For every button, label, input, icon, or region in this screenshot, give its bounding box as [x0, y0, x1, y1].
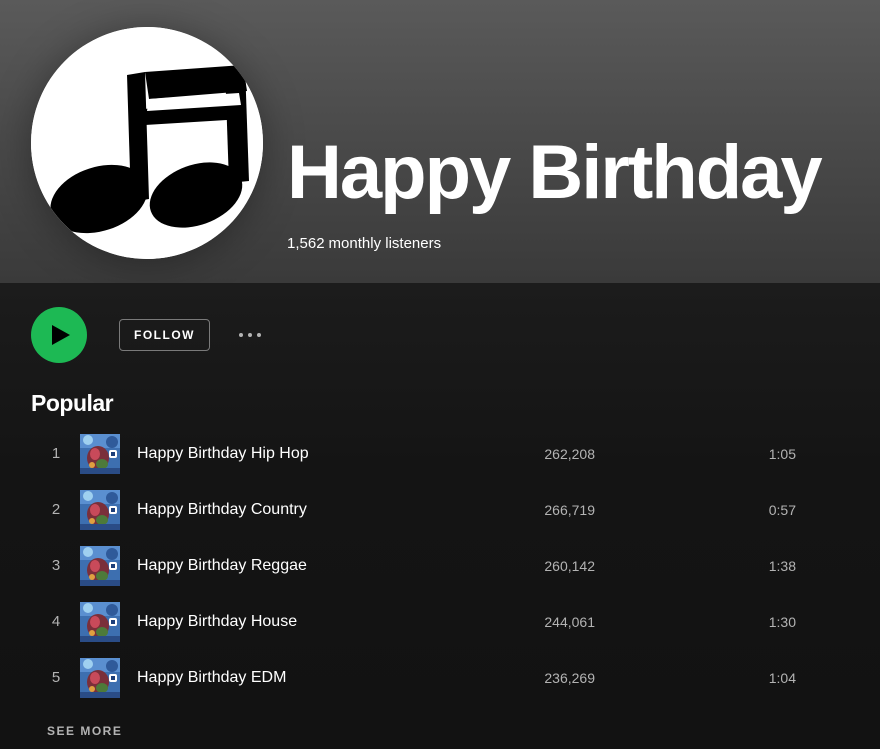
music-notes-icon — [31, 27, 263, 259]
album-cover-image — [80, 490, 120, 530]
track-play-count: 266,719 — [544, 502, 595, 518]
artist-page: Happy Birthday 1,562 monthly listeners FO… — [0, 0, 880, 749]
track-duration: 1:05 — [768, 446, 796, 462]
track-row[interactable]: 1 Happy Birthday Hip Hop 262,208 1:05 — [31, 426, 831, 482]
popular-tracks-list: 1 Happy Birthday Hip Hop 262,208 1:05 2 … — [31, 426, 831, 706]
monthly-listeners-count: 1,562 — [287, 235, 325, 252]
artist-header: Happy Birthday 1,562 monthly listeners — [0, 0, 880, 283]
track-row[interactable]: 5 Happy Birthday EDM 236,269 1:04 — [31, 650, 831, 706]
track-row[interactable]: 4 Happy Birthday House 244,061 1:30 — [31, 594, 831, 650]
track-play-count: 262,208 — [544, 446, 595, 462]
track-row[interactable]: 3 Happy Birthday Reggae 260,142 1:38 — [31, 538, 831, 594]
track-cover-art — [80, 490, 120, 530]
track-index: 5 — [51, 669, 61, 686]
artist-avatar — [31, 27, 263, 259]
track-title: Happy Birthday EDM — [137, 669, 287, 686]
track-title: Happy Birthday House — [137, 613, 298, 630]
track-duration: 0:57 — [768, 502, 796, 518]
track-title: Happy Birthday Reggae — [137, 557, 307, 574]
track-play-count: 260,142 — [544, 558, 595, 574]
monthly-listeners-label: monthly listeners — [328, 235, 442, 252]
track-play-count: 244,061 — [544, 614, 595, 630]
track-title: Happy Birthday Hip Hop — [137, 445, 309, 462]
play-button[interactable] — [31, 307, 87, 363]
artist-name: Happy Birthday — [287, 130, 823, 215]
track-cover-art — [80, 602, 120, 642]
track-cover-art — [80, 434, 120, 474]
track-cover-art — [80, 546, 120, 586]
album-cover-image — [80, 434, 120, 474]
track-play-count: 236,269 — [544, 670, 595, 686]
track-duration: 1:30 — [768, 614, 796, 630]
track-index: 2 — [51, 501, 61, 518]
track-title: Happy Birthday Country — [137, 501, 307, 518]
track-row[interactable]: 2 Happy Birthday Country 266,719 0:57 — [31, 482, 831, 538]
track-index: 4 — [51, 613, 61, 630]
more-options-button[interactable] — [232, 322, 268, 348]
track-duration: 1:38 — [768, 558, 796, 574]
more-options-dot — [239, 333, 243, 337]
more-options-icon — [239, 333, 261, 337]
popular-section-title: Popular — [31, 390, 114, 416]
track-duration: 1:04 — [768, 670, 796, 686]
track-cover-art — [80, 658, 120, 698]
album-cover-image — [80, 602, 120, 642]
play-icon — [52, 325, 70, 345]
more-options-dot — [248, 333, 252, 337]
track-index: 3 — [51, 557, 61, 574]
album-cover-image — [80, 658, 120, 698]
see-more-button[interactable]: SEE MORE — [47, 724, 122, 738]
monthly-listeners: 1,562 monthly listeners — [287, 235, 441, 252]
follow-button[interactable]: FOLLOW — [119, 319, 210, 351]
track-index: 1 — [51, 445, 61, 462]
more-options-dot — [257, 333, 261, 337]
album-cover-image — [80, 546, 120, 586]
